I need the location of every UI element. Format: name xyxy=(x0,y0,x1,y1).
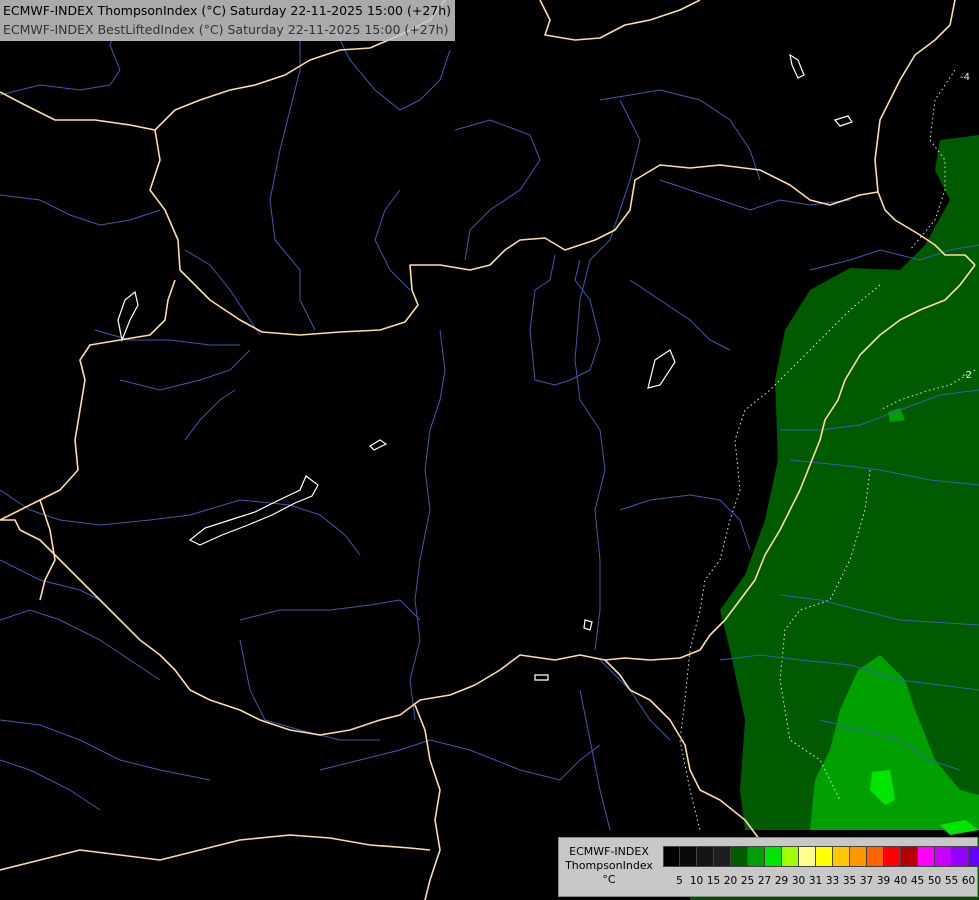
legend-swatch xyxy=(714,846,731,867)
legend-tick-label: 29 xyxy=(774,875,789,887)
legend-swatch xyxy=(918,846,935,867)
legend-title: ECMWF-INDEX ThompsonIndex °C xyxy=(563,845,655,887)
legend-tick-label: 15 xyxy=(706,875,721,887)
legend-swatch xyxy=(850,846,867,867)
legend-swatch xyxy=(799,846,816,867)
legend-tick-label: 50 xyxy=(927,875,942,887)
legend-tick-label: 10 xyxy=(689,875,704,887)
legend-tick-label: 33 xyxy=(825,875,840,887)
legend-tick-label: 30 xyxy=(791,875,806,887)
legend-tick-label: 60 xyxy=(961,875,976,887)
legend-tick-label: 37 xyxy=(859,875,874,887)
legend-swatch xyxy=(680,846,697,867)
contour-label: -4 xyxy=(960,72,970,83)
legend-swatch xyxy=(969,846,979,867)
contour-label: -2 xyxy=(962,370,972,381)
legend-unit: °C xyxy=(602,873,616,886)
legend-tick-label: 39 xyxy=(876,875,891,887)
title-primary-field: ECMWF-INDEX ThompsonIndex (°C) Saturday … xyxy=(3,3,452,18)
color-legend: ECMWF-INDEX ThompsonIndex °C 5 10 15 20 25 27… xyxy=(558,837,979,897)
legend-model: ECMWF-INDEX xyxy=(569,845,649,858)
legend-swatch xyxy=(867,846,884,867)
map-title-box: ECMWF-INDEX ThompsonIndex (°C) Saturday … xyxy=(0,0,456,41)
legend-tick-label: 31 xyxy=(808,875,823,887)
legend-swatch xyxy=(697,846,714,867)
legend-parameter: ThompsonIndex xyxy=(565,859,653,872)
legend-swatch xyxy=(901,846,918,867)
legend-tick-label: 35 xyxy=(842,875,857,887)
legend-tick-label: 27 xyxy=(757,875,772,887)
legend-swatch xyxy=(782,846,799,867)
forecast-map: -4 -2 xyxy=(0,0,979,900)
legend-swatches xyxy=(663,846,979,867)
legend-swatch xyxy=(884,846,901,867)
legend-swatch xyxy=(663,846,680,867)
legend-swatch xyxy=(816,846,833,867)
legend-tick-label: 55 xyxy=(944,875,959,887)
legend-swatch xyxy=(748,846,765,867)
legend-swatch xyxy=(765,846,782,867)
legend-swatch xyxy=(833,846,850,867)
legend-tick-label: 5 xyxy=(676,875,683,887)
legend-tick-label: 40 xyxy=(893,875,908,887)
legend-swatch xyxy=(935,846,952,867)
legend-swatch xyxy=(731,846,748,867)
legend-tick-label: 45 xyxy=(910,875,925,887)
legend-tick-label: 20 xyxy=(723,875,738,887)
legend-tick-label: 25 xyxy=(740,875,755,887)
legend-swatch xyxy=(952,846,969,867)
title-secondary-field: ECMWF-INDEX BestLiftedIndex (°C) Saturda… xyxy=(3,22,449,37)
legend-ticks: 5 10 15 20 25 27 29 30 31 33 35 37 39 40 45 50 55 60 xyxy=(663,874,977,888)
